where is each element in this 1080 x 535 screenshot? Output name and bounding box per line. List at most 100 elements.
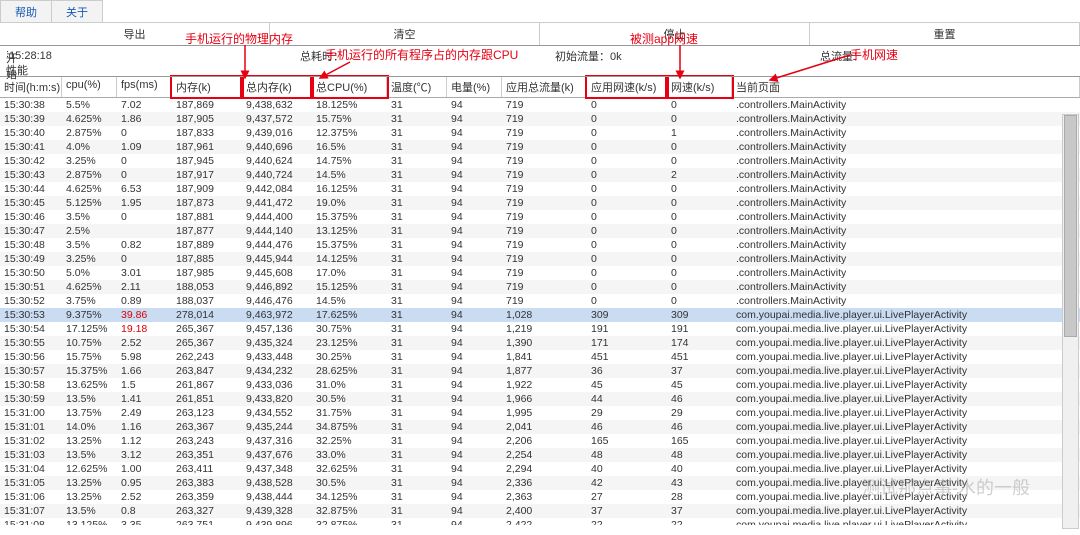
tab-about[interactable]: 关于 — [51, 0, 103, 22]
table-row[interactable]: 15:30:5715.375%1.66263,8479,434,23228.62… — [0, 364, 1080, 378]
table-row[interactable]: 15:30:5417.125%19.18265,3679,457,13630.7… — [0, 322, 1080, 336]
cell: 31 — [387, 364, 447, 378]
cell: com.youpai.media.live.player.ui.LivePlay… — [732, 336, 1080, 350]
table-row[interactable]: 15:30:514.625%2.11188,0539,446,89215.125… — [0, 280, 1080, 294]
cell: 9,433,820 — [242, 392, 312, 406]
cell: 31 — [387, 266, 447, 280]
table-row[interactable]: 15:30:394.625%1.86187,9059,437,57215.75%… — [0, 112, 1080, 126]
cell: 46 — [587, 420, 667, 434]
table-row[interactable]: 15:30:385.5%7.02187,8699,438,63218.125%3… — [0, 98, 1080, 112]
cell: 31 — [387, 378, 447, 392]
col-temp[interactable]: 温度(℃) — [387, 77, 447, 97]
table-body[interactable]: 15:30:385.5%7.02187,8699,438,63218.125%3… — [0, 98, 1080, 525]
cell: 7.02 — [117, 98, 172, 112]
table-row[interactable]: 15:31:0213.25%1.12263,2439,437,31632.25%… — [0, 434, 1080, 448]
tool-export[interactable]: 导出 — [0, 23, 270, 45]
scrollbar-thumb[interactable] — [1064, 115, 1077, 337]
table-row[interactable]: 15:30:423.25%0187,9459,440,62414.75%3194… — [0, 154, 1080, 168]
col-mem[interactable]: 内存(k) — [172, 77, 242, 97]
table-row[interactable]: 15:30:5813.625%1.5261,8679,433,03631.0%3… — [0, 378, 1080, 392]
cell: 23.125% — [312, 336, 387, 350]
col-fps[interactable]: fps(ms) — [117, 77, 172, 97]
tool-reset[interactable]: 重置 — [810, 23, 1080, 45]
cell: 3.75% — [62, 294, 117, 308]
table-row[interactable]: 15:30:472.5%187,8779,444,14013.125%31947… — [0, 224, 1080, 238]
cell: 2.52 — [117, 490, 172, 504]
cell: com.youpai.media.live.player.ui.LivePlay… — [732, 364, 1080, 378]
tool-clear[interactable]: 清空 — [270, 23, 540, 45]
cell: 9,437,676 — [242, 448, 312, 462]
cell: .controllers.MainActivity — [732, 252, 1080, 266]
vertical-scrollbar[interactable] — [1062, 114, 1079, 529]
col-app-netspeed[interactable]: 应用网速(k/s) — [587, 77, 667, 97]
cell: 719 — [502, 224, 587, 238]
cell: 13.5% — [62, 504, 117, 518]
cell: 2,422 — [502, 518, 587, 525]
table-row[interactable]: 15:30:493.25%0187,8859,445,94414.125%319… — [0, 252, 1080, 266]
table-row[interactable]: 15:30:402.875%0187,8339,439,01612.375%31… — [0, 126, 1080, 140]
col-page[interactable]: 当前页面 — [732, 77, 1080, 97]
table-row[interactable]: 15:30:5510.75%2.52265,3679,435,32423.125… — [0, 336, 1080, 350]
cell: 15:30:58 — [0, 378, 62, 392]
table-row[interactable]: 15:30:455.125%1.95187,8739,441,47219.0%3… — [0, 196, 1080, 210]
table-row[interactable]: 15:30:5615.75%5.98262,2439,433,44830.25%… — [0, 350, 1080, 364]
cell: 0 — [117, 154, 172, 168]
cell: .controllers.MainActivity — [732, 280, 1080, 294]
cell: 31 — [387, 406, 447, 420]
cell: 27 — [587, 490, 667, 504]
cell: 15:30:49 — [0, 252, 62, 266]
table-row[interactable]: 15:30:444.625%6.53187,9099,442,08416.125… — [0, 182, 1080, 196]
cell: 0.82 — [117, 238, 172, 252]
cell: 31 — [387, 518, 447, 525]
col-app-flow[interactable]: 应用总流量(k) — [502, 77, 587, 97]
cell: 1,966 — [502, 392, 587, 406]
cell: 94 — [447, 196, 502, 210]
cell: 13.625% — [62, 378, 117, 392]
table-row[interactable]: 15:30:432.875%0187,9179,440,72414.5%3194… — [0, 168, 1080, 182]
cell: 31 — [387, 476, 447, 490]
cell: 94 — [447, 126, 502, 140]
cell: 14.5% — [312, 294, 387, 308]
tool-stop[interactable]: 停止 — [540, 23, 810, 45]
table-row[interactable]: 15:31:0813.125%3.35263,7519,439,89632.87… — [0, 518, 1080, 525]
cell: 719 — [502, 196, 587, 210]
cell: 15:31:06 — [0, 490, 62, 504]
col-battery[interactable]: 电量(%) — [447, 77, 502, 97]
cell: 13.25% — [62, 490, 117, 504]
tab-help[interactable]: 帮助 — [0, 0, 52, 22]
table-row[interactable]: 15:31:0013.75%2.49263,1239,434,55231.75%… — [0, 406, 1080, 420]
cell: 9,437,348 — [242, 462, 312, 476]
cell: 17.0% — [312, 266, 387, 280]
cell: 15:30:43 — [0, 168, 62, 182]
cell: 9,440,624 — [242, 154, 312, 168]
table-row[interactable]: 15:31:0313.5%3.12263,3519,437,67633.0%31… — [0, 448, 1080, 462]
cell: 4.0% — [62, 140, 117, 154]
cell: 31 — [387, 182, 447, 196]
cell: 31 — [387, 462, 447, 476]
table-row[interactable]: 15:30:5913.5%1.41261,8519,433,82030.5%31… — [0, 392, 1080, 406]
cell: 719 — [502, 294, 587, 308]
col-netspeed[interactable]: 网速(k/s) — [667, 77, 732, 97]
col-total-mem[interactable]: 总内存(k) — [242, 77, 312, 97]
table-row[interactable]: 15:30:505.0%3.01187,9859,445,60817.0%319… — [0, 266, 1080, 280]
table-row[interactable]: 15:30:523.75%0.89188,0379,446,47614.5%31… — [0, 294, 1080, 308]
cell: 15:30:44 — [0, 182, 62, 196]
cell: com.youpai.media.live.player.ui.LivePlay… — [732, 392, 1080, 406]
table-row[interactable]: 15:30:483.5%0.82187,8899,444,47615.375%3… — [0, 238, 1080, 252]
table-row[interactable]: 15:30:463.5%0187,8819,444,40015.375%3194… — [0, 210, 1080, 224]
table-row[interactable]: 15:30:539.375%39.86278,0149,463,97217.62… — [0, 308, 1080, 322]
col-cpu[interactable]: cpu(%) — [62, 77, 117, 97]
cell: 94 — [447, 448, 502, 462]
cell: 3.25% — [62, 154, 117, 168]
cell: 31 — [387, 252, 447, 266]
cell: 1.00 — [117, 462, 172, 476]
cell: 9,439,896 — [242, 518, 312, 525]
table-row[interactable]: 15:30:414.0%1.09187,9619,440,69616.5%319… — [0, 140, 1080, 154]
col-total-cpu[interactable]: 总CPU(%) — [312, 77, 387, 97]
cell: 263,243 — [172, 434, 242, 448]
cell: 188,053 — [172, 280, 242, 294]
table-row[interactable]: 15:31:0114.0%1.16263,3679,435,24434.875%… — [0, 420, 1080, 434]
cell: com.youpai.media.live.player.ui.LivePlay… — [732, 420, 1080, 434]
table-row[interactable]: 15:31:0713.5%0.8263,3279,439,32832.875%3… — [0, 504, 1080, 518]
cell: 187,889 — [172, 238, 242, 252]
